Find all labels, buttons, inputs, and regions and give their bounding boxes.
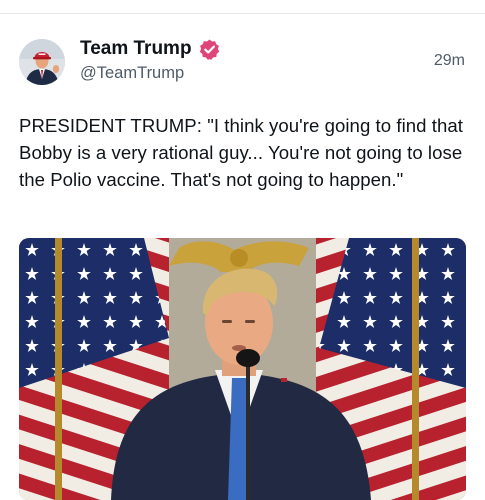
author-name-row: Team Trump (80, 36, 221, 62)
post-author: Team Trump @TeamTrump (80, 36, 221, 84)
post-text: PRESIDENT TRUMP: "I think you're going t… (19, 115, 469, 190)
author-display-name[interactable]: Team Trump (80, 38, 192, 60)
speech-photo (19, 238, 466, 500)
post-media-image[interactable] (19, 238, 466, 500)
post-timestamp[interactable]: 29m (434, 52, 465, 70)
verified-badge-icon (198, 38, 221, 61)
post-card[interactable]: Team Trump @TeamTrump 29m PRESIDENT TRUM… (0, 14, 485, 500)
avatar[interactable] (19, 39, 65, 85)
author-handle[interactable]: @TeamTrump (80, 64, 221, 83)
